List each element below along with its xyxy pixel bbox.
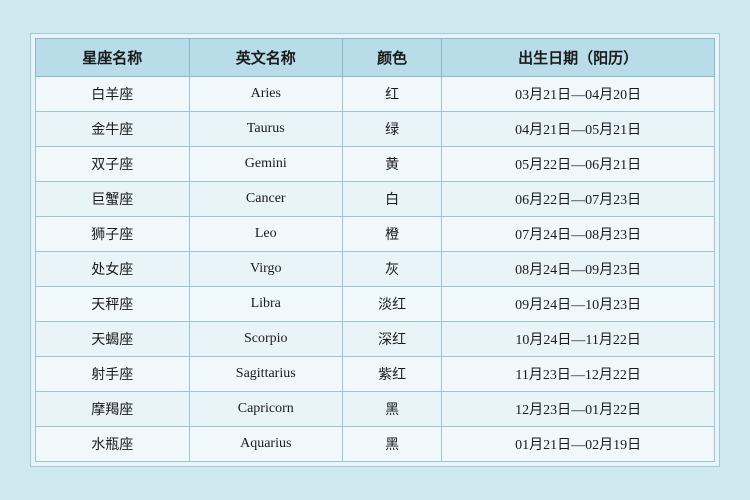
cell-dates: 07月24日—08月23日 <box>442 217 715 252</box>
table-row: 摩羯座Capricorn黑12月23日—01月22日 <box>36 392 715 427</box>
table-row: 天蝎座Scorpio深红10月24日—11月22日 <box>36 322 715 357</box>
cell-dates: 10月24日—11月22日 <box>442 322 715 357</box>
table-row: 天秤座Libra淡红09月24日—10月23日 <box>36 287 715 322</box>
cell-color: 绿 <box>343 112 442 147</box>
table-row: 巨蟹座Cancer白06月22日—07月23日 <box>36 182 715 217</box>
cell-english-name: Leo <box>189 217 343 252</box>
cell-dates: 05月22日—06月21日 <box>442 147 715 182</box>
cell-english-name: Sagittarius <box>189 357 343 392</box>
cell-color: 黑 <box>343 427 442 462</box>
cell-chinese-name: 射手座 <box>36 357 190 392</box>
header-chinese-name: 星座名称 <box>36 39 190 77</box>
cell-dates: 04月21日—05月21日 <box>442 112 715 147</box>
header-english-name: 英文名称 <box>189 39 343 77</box>
zodiac-table: 星座名称 英文名称 颜色 出生日期（阳历） 白羊座Aries红03月21日—04… <box>35 38 715 462</box>
cell-chinese-name: 狮子座 <box>36 217 190 252</box>
table-row: 白羊座Aries红03月21日—04月20日 <box>36 77 715 112</box>
cell-english-name: Aquarius <box>189 427 343 462</box>
cell-chinese-name: 摩羯座 <box>36 392 190 427</box>
cell-chinese-name: 金牛座 <box>36 112 190 147</box>
cell-dates: 12月23日—01月22日 <box>442 392 715 427</box>
zodiac-table-container: 星座名称 英文名称 颜色 出生日期（阳历） 白羊座Aries红03月21日—04… <box>30 33 720 467</box>
cell-dates: 01月21日—02月19日 <box>442 427 715 462</box>
cell-english-name: Capricorn <box>189 392 343 427</box>
cell-color: 黄 <box>343 147 442 182</box>
header-birth-date: 出生日期（阳历） <box>442 39 715 77</box>
cell-english-name: Cancer <box>189 182 343 217</box>
cell-color: 深红 <box>343 322 442 357</box>
cell-color: 橙 <box>343 217 442 252</box>
cell-chinese-name: 天蝎座 <box>36 322 190 357</box>
cell-english-name: Aries <box>189 77 343 112</box>
table-row: 射手座Sagittarius紫红11月23日—12月22日 <box>36 357 715 392</box>
table-header-row: 星座名称 英文名称 颜色 出生日期（阳历） <box>36 39 715 77</box>
cell-chinese-name: 白羊座 <box>36 77 190 112</box>
cell-chinese-name: 双子座 <box>36 147 190 182</box>
table-row: 双子座Gemini黄05月22日—06月21日 <box>36 147 715 182</box>
cell-chinese-name: 水瓶座 <box>36 427 190 462</box>
cell-color: 灰 <box>343 252 442 287</box>
cell-color: 红 <box>343 77 442 112</box>
cell-dates: 03月21日—04月20日 <box>442 77 715 112</box>
cell-english-name: Scorpio <box>189 322 343 357</box>
cell-english-name: Gemini <box>189 147 343 182</box>
cell-dates: 06月22日—07月23日 <box>442 182 715 217</box>
cell-chinese-name: 处女座 <box>36 252 190 287</box>
cell-english-name: Taurus <box>189 112 343 147</box>
cell-color: 淡红 <box>343 287 442 322</box>
cell-dates: 08月24日—09月23日 <box>442 252 715 287</box>
cell-color: 白 <box>343 182 442 217</box>
table-row: 狮子座Leo橙07月24日—08月23日 <box>36 217 715 252</box>
cell-english-name: Virgo <box>189 252 343 287</box>
header-color: 颜色 <box>343 39 442 77</box>
cell-color: 紫红 <box>343 357 442 392</box>
cell-chinese-name: 天秤座 <box>36 287 190 322</box>
table-row: 水瓶座Aquarius黑01月21日—02月19日 <box>36 427 715 462</box>
table-row: 处女座Virgo灰08月24日—09月23日 <box>36 252 715 287</box>
table-body: 白羊座Aries红03月21日—04月20日金牛座Taurus绿04月21日—0… <box>36 77 715 462</box>
table-row: 金牛座Taurus绿04月21日—05月21日 <box>36 112 715 147</box>
cell-english-name: Libra <box>189 287 343 322</box>
cell-dates: 11月23日—12月22日 <box>442 357 715 392</box>
cell-color: 黑 <box>343 392 442 427</box>
cell-dates: 09月24日—10月23日 <box>442 287 715 322</box>
cell-chinese-name: 巨蟹座 <box>36 182 190 217</box>
